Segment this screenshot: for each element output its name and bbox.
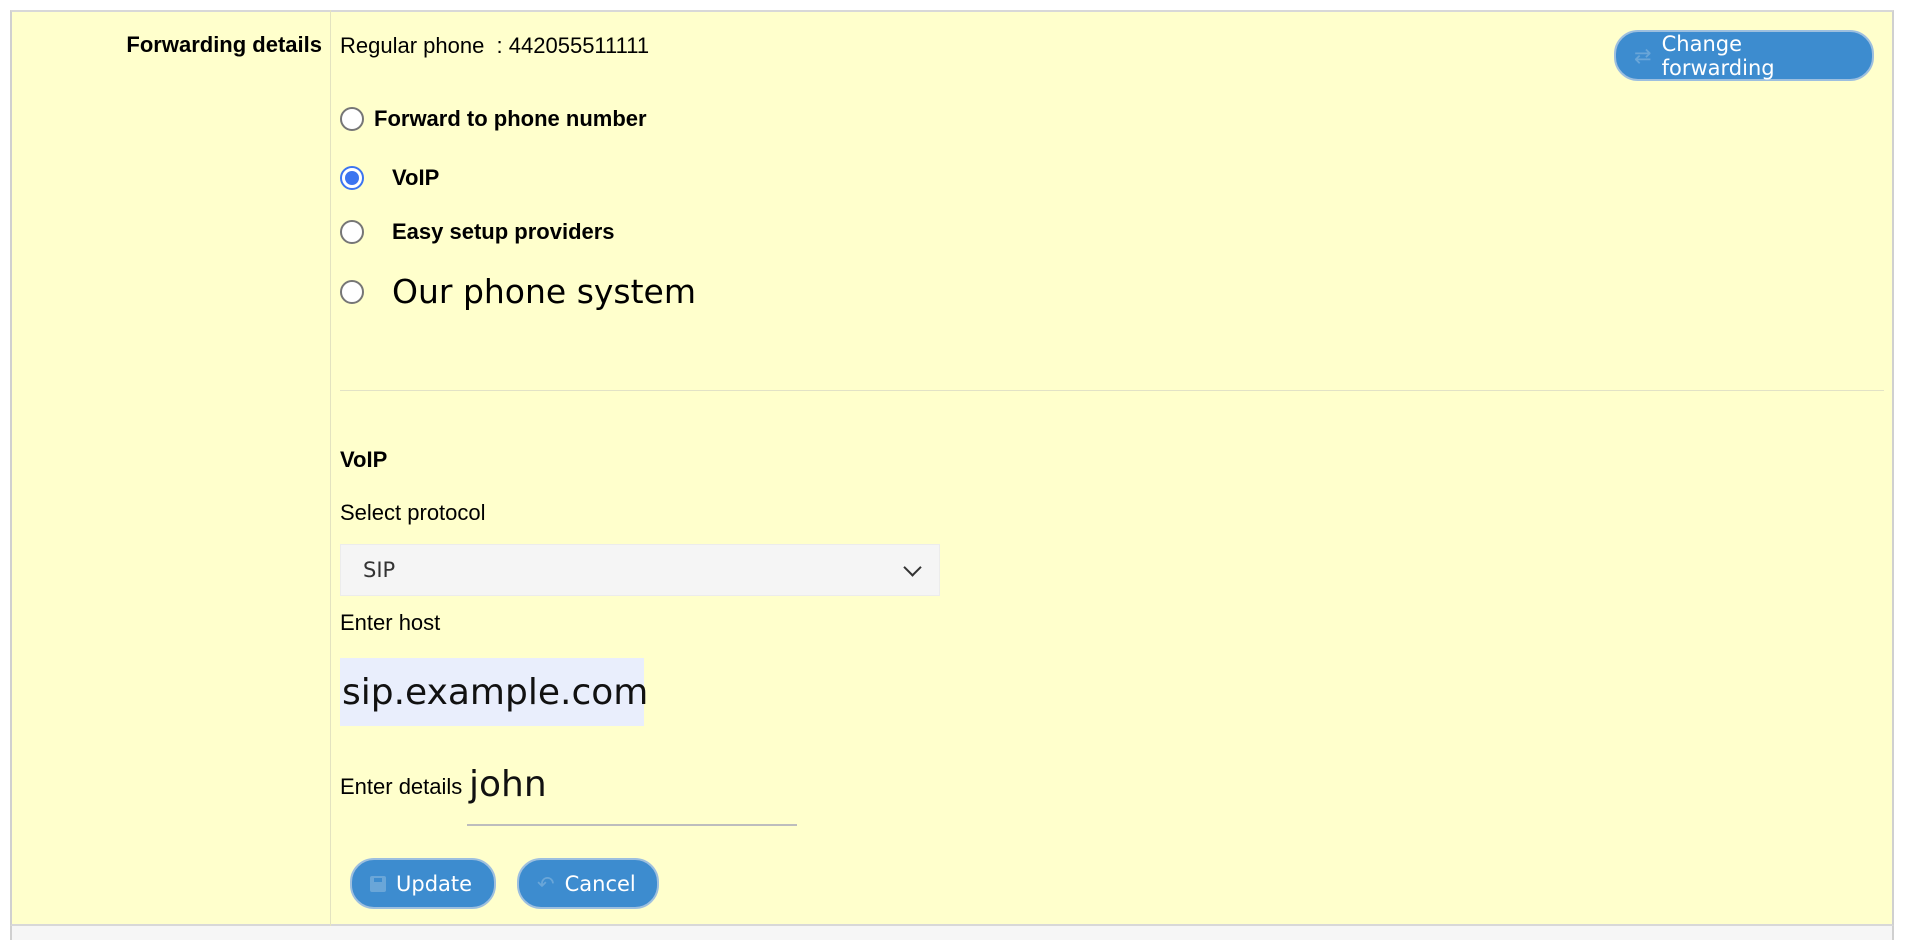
- swap-arrows-icon: ⇄: [1634, 43, 1652, 68]
- details-input[interactable]: john: [467, 764, 797, 826]
- change-forwarding-button[interactable]: ⇄ Change forwarding: [1614, 30, 1874, 81]
- page: Forwarding details Regular phone : 44205…: [0, 0, 1906, 940]
- option-voip-label: VoIP: [392, 165, 440, 190]
- chevron-down-icon: [903, 557, 922, 577]
- details-label: Enter details: [340, 774, 463, 799]
- option-easy-setup[interactable]: Easy setup providers: [340, 219, 615, 245]
- forwarding-panel: [10, 10, 1894, 926]
- section-divider: [340, 390, 1884, 391]
- option-easy-setup-label: Easy setup providers: [392, 219, 615, 244]
- protocol-select-value: SIP: [363, 558, 396, 582]
- host-input[interactable]: sip.example.com: [340, 658, 648, 726]
- regular-phone-text: Regular phone : 442055511111: [340, 33, 650, 58]
- protocol-label: Select protocol: [340, 500, 486, 525]
- row-label: Forwarding details: [126, 32, 322, 57]
- change-forwarding-label: Change forwarding: [1661, 31, 1775, 80]
- option-our-phone-system-label: Our phone system: [392, 272, 697, 311]
- cancel-button-label: Cancel: [564, 871, 636, 896]
- host-label: Enter host: [340, 610, 441, 635]
- radio-easy-setup[interactable]: [340, 220, 364, 244]
- option-forward-phone[interactable]: Forward to phone number: [340, 106, 647, 132]
- protocol-select[interactable]: SIP: [340, 544, 940, 596]
- option-forward-phone-label: Forward to phone number: [374, 106, 647, 131]
- undo-icon: ↶: [537, 871, 555, 896]
- radio-forward-phone[interactable]: [340, 107, 364, 131]
- option-our-phone-system[interactable]: Our phone system: [340, 272, 696, 311]
- column-divider: [330, 10, 331, 940]
- cancel-button[interactable]: ↶ Cancel: [517, 858, 659, 909]
- update-button[interactable]: Update: [350, 858, 496, 909]
- save-icon: [370, 875, 386, 892]
- radio-voip[interactable]: [340, 166, 364, 190]
- voip-section-title: VoIP: [340, 447, 388, 472]
- option-voip[interactable]: VoIP: [340, 165, 439, 191]
- radio-our-phone-system[interactable]: [340, 279, 364, 304]
- update-button-label: Update: [396, 871, 473, 896]
- next-row-strip: [10, 926, 1894, 940]
